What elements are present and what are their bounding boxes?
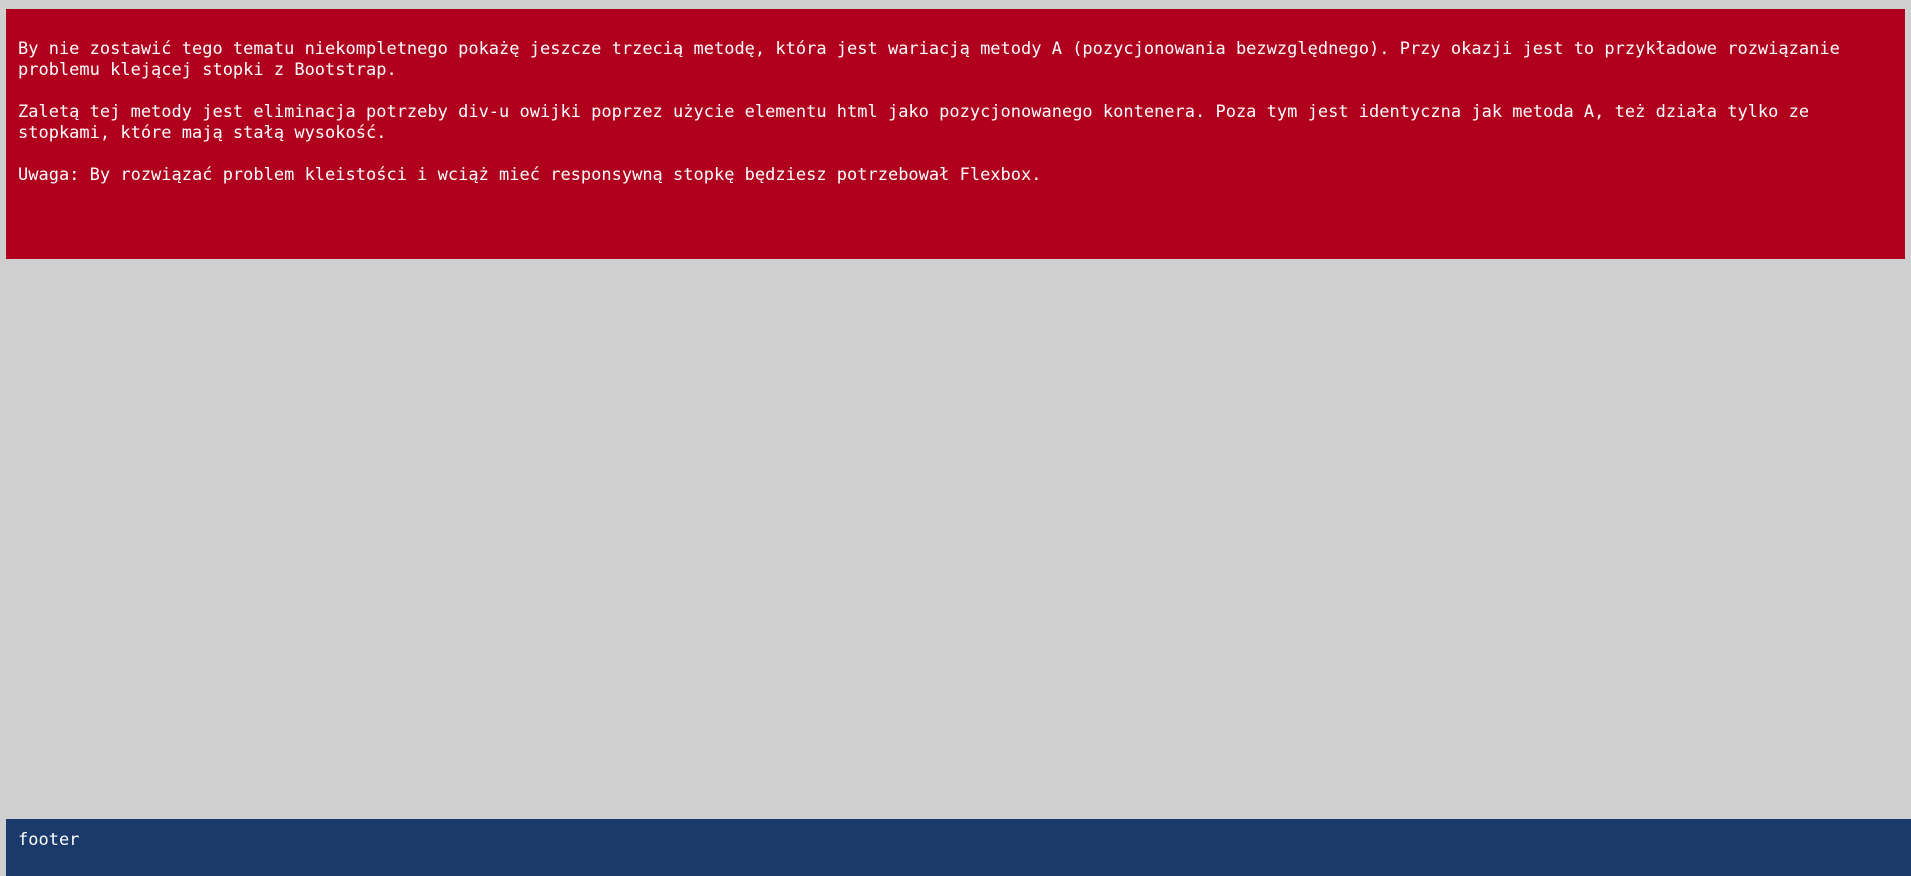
paragraph-intro: By nie zostawić tego tematu niekompletne…: [18, 39, 1840, 80]
content-section: By nie zostawić tego tematu niekompletne…: [6, 9, 1905, 259]
footer: footer: [6, 819, 1911, 876]
paragraph-advantage: Zaletą tej metody jest eliminacja potrze…: [18, 102, 1810, 143]
footer-text: footer: [18, 830, 80, 850]
paragraph-note: Uwaga: By rozwiązać problem kleistości i…: [18, 165, 1042, 185]
